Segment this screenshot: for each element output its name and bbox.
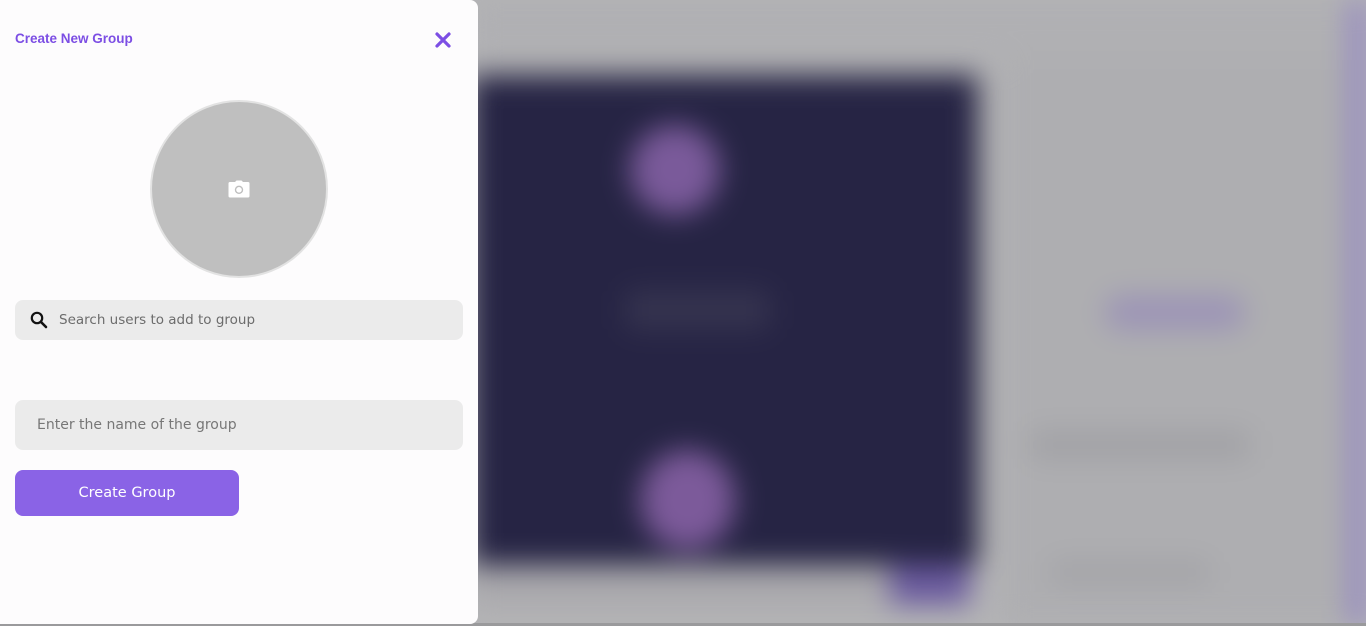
background-edge [1350,0,1366,626]
group-name-field[interactable] [15,400,463,450]
background-right-panel [1000,60,1350,626]
close-icon [435,32,451,48]
close-button[interactable] [430,27,456,53]
create-group-panel: Create New Group Create Group [0,0,478,624]
create-group-button[interactable]: Create Group [15,470,239,516]
search-icon [30,311,48,329]
background-avatar [630,125,720,215]
background-topbar [470,0,1366,60]
background-message-input [470,565,890,605]
background-message-bubble [625,290,770,330]
group-name-input[interactable] [35,416,445,434]
background-avatar [640,450,735,550]
group-avatar-upload[interactable] [150,100,328,278]
panel-title: Create New Group [15,31,133,46]
background-row [1050,560,1210,585]
search-input[interactable] [57,311,447,329]
background-pill [1105,295,1245,330]
user-search-field[interactable] [15,300,463,340]
camera-icon [228,180,250,198]
background-send-button [890,565,970,605]
background-row [1030,430,1250,460]
